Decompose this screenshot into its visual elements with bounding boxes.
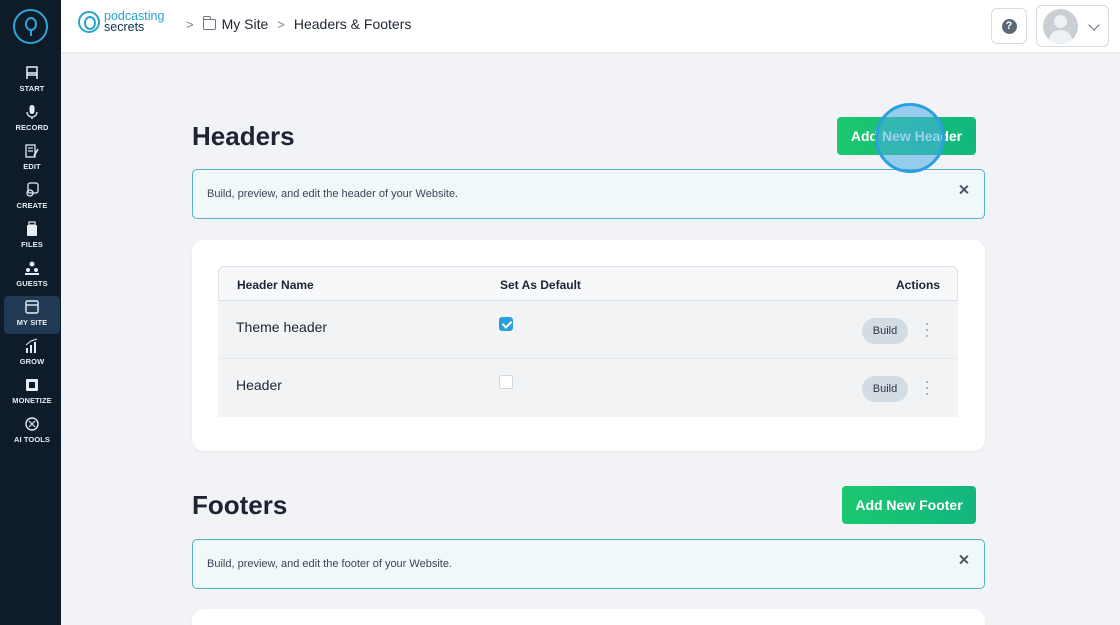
column-header-name: Header Name <box>237 278 314 292</box>
build-button[interactable]: Build <box>862 318 908 344</box>
folder-icon <box>202 15 216 30</box>
help-button[interactable]: ? <box>991 8 1027 44</box>
chair-icon <box>26 66 38 79</box>
help-icon: ? <box>1001 18 1017 34</box>
sidebar-item-files[interactable]: FILES <box>4 218 60 256</box>
brand-logo[interactable]: podcasting secrets <box>78 10 172 34</box>
table-row: Header Build <box>218 359 958 417</box>
sidebar-item-create[interactable]: CREATE <box>4 179 60 217</box>
default-checkbox[interactable] <box>499 317 513 331</box>
footers-info-text: Build, preview, and edit the footer of y… <box>207 558 452 570</box>
headers-info-banner: Build, preview, and edit the header of y… <box>192 169 985 219</box>
sidebar-item-record[interactable]: RECORD <box>4 101 60 139</box>
more-options-icon[interactable] <box>925 323 929 337</box>
footers-info-banner: Build, preview, and edit the footer of y… <box>192 539 985 589</box>
breadcrumb: > My Site > Headers & Footers <box>177 15 412 32</box>
breadcrumb-separator: > <box>186 16 194 32</box>
brand-line-2: secrets <box>104 20 145 34</box>
sidebar-item-edit[interactable]: EDIT <box>4 140 60 178</box>
header-name: Header <box>236 377 282 393</box>
app-logo-icon[interactable] <box>13 9 48 44</box>
footers-card <box>192 609 985 625</box>
more-options-icon[interactable] <box>925 381 929 395</box>
sidebar-item-label: MY SITE <box>16 318 48 327</box>
user-menu-button[interactable] <box>1036 5 1109 47</box>
add-new-footer-button[interactable]: Add New Footer <box>842 486 976 524</box>
build-button[interactable]: Build <box>862 376 908 402</box>
close-icon[interactable] <box>957 183 971 197</box>
site-icon <box>25 300 39 314</box>
sidebar-item-label: START <box>19 84 45 93</box>
sidebar-item-label: RECORD <box>15 123 49 132</box>
headers-title: Headers <box>192 121 295 151</box>
sidebar-item-monetize[interactable]: MONETIZE <box>4 374 60 412</box>
table-header: Header Name Set As Default Actions <box>218 266 958 301</box>
chevron-down-icon <box>1088 19 1100 31</box>
sidebar-item-label: AI TOOLS <box>13 435 51 444</box>
guests-icon <box>25 261 39 275</box>
sidebar-item-label: EDIT <box>23 162 41 171</box>
edit-icon <box>25 144 39 158</box>
sidebar-item-my-site[interactable]: MY SITE <box>4 296 60 334</box>
sidebar-item-label: CREATE <box>16 201 48 210</box>
ai-icon <box>25 417 39 431</box>
top-bar: podcasting secrets > My Site > Headers &… <box>61 0 1120 52</box>
microphone-icon <box>26 105 38 119</box>
headers-card: Header Name Set As Default Actions Theme… <box>192 240 985 451</box>
footers-title: Footers <box>192 490 288 520</box>
sidebar-item-label: GROW <box>19 357 45 366</box>
monetize-icon <box>26 379 38 391</box>
add-new-header-button[interactable]: Add New Header <box>837 117 976 155</box>
headers-info-text: Build, preview, and edit the header of y… <box>207 188 459 200</box>
sidebar-item-label: MONETIZE <box>12 396 52 405</box>
chart-icon <box>25 338 38 353</box>
default-checkbox[interactable] <box>499 375 513 389</box>
column-header-actions: Actions <box>895 278 940 292</box>
column-header-default: Set As Default <box>500 278 581 292</box>
sidebar-item-start[interactable]: START <box>4 62 60 100</box>
header-name: Theme header <box>236 319 328 335</box>
sidebar-item-ai-tools[interactable]: AI TOOLS <box>4 413 60 451</box>
breadcrumb-separator: > <box>277 16 285 32</box>
files-icon <box>27 221 37 236</box>
sidebar-item-grow[interactable]: GROW <box>4 335 60 373</box>
avatar <box>1043 9 1078 44</box>
headers-table: Header Name Set As Default Actions Theme… <box>218 266 958 417</box>
create-icon <box>26 182 39 197</box>
brand-mark-icon <box>78 11 100 33</box>
table-row: Theme header Build <box>218 301 958 359</box>
sidebar-item-label: FILES <box>21 240 43 249</box>
sidebar-item-guests[interactable]: GUESTS <box>4 257 60 295</box>
close-icon[interactable] <box>957 553 971 567</box>
sidebar: START RECORD EDIT CREATE FILES GUESTS MY… <box>0 0 61 625</box>
sidebar-item-label: GUESTS <box>16 279 48 288</box>
breadcrumb-my-site[interactable]: My Site <box>222 16 269 32</box>
breadcrumb-current-page: Headers & Footers <box>293 16 412 32</box>
